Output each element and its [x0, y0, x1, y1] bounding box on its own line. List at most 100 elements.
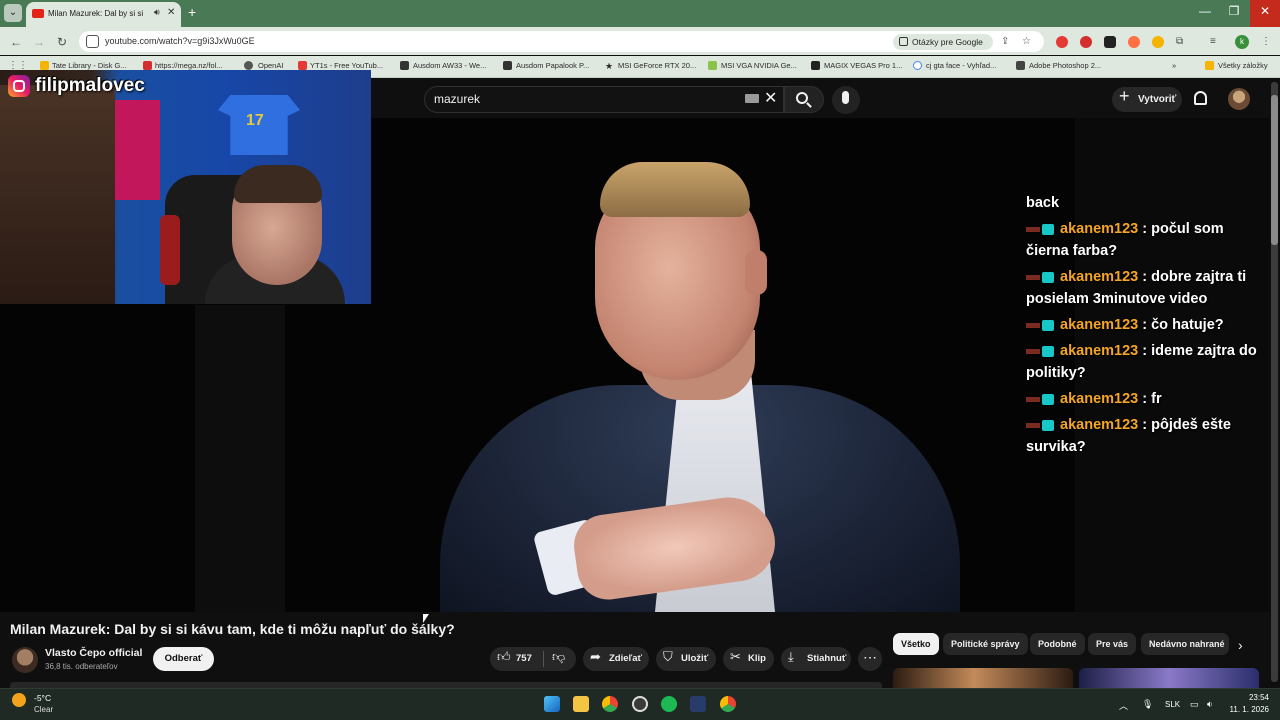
bookmark-item[interactable]: YT1s - Free YouTub... — [310, 61, 383, 70]
more-bookmarks-icon[interactable]: » — [1172, 61, 1176, 70]
media-controls-icon[interactable]: ≡ — [1210, 36, 1216, 47]
chat-badge-icon — [1042, 319, 1054, 331]
chat-badge-icon — [1026, 348, 1040, 354]
chat-username: akanem123 — [1060, 343, 1139, 359]
profile-avatar[interactable]: k — [1235, 35, 1249, 49]
weather-condition[interactable]: Clear — [34, 705, 53, 714]
chrome-profile-icon[interactable] — [720, 696, 736, 712]
minimize-icon[interactable]: — — [1190, 4, 1220, 18]
file-explorer-icon[interactable] — [573, 696, 589, 712]
restore-icon[interactable]: ❐ — [1219, 4, 1249, 18]
bookmark-item[interactable]: https://mega.nz/fol... — [155, 61, 223, 70]
spotify-icon[interactable] — [661, 696, 677, 712]
yellow-extension-icon[interactable] — [1152, 36, 1164, 48]
chat-badge-icon — [1026, 322, 1040, 328]
bookmark-item[interactable]: Ausdom AW33 - We... — [413, 61, 486, 70]
folder-icon — [40, 61, 49, 70]
all-bookmarks[interactable]: Všetky záložky — [1218, 61, 1268, 70]
star-icon: ★ — [605, 61, 614, 71]
audio-playing-icon[interactable]: 🔊︎ — [154, 7, 160, 18]
subscriber-count: 36,8 tis. odberateľov — [45, 662, 118, 671]
chip-recently-uploaded[interactable]: Nedávno nahrané — [1141, 633, 1229, 655]
bookmark-star-icon[interactable]: ☆ — [1022, 36, 1031, 47]
chat-message: akanem123 : čo hatuje? — [1026, 314, 1270, 336]
instagram-icon-inner — [13, 80, 25, 92]
tab-search-icon[interactable]: ⌄ — [4, 4, 22, 22]
notifications-bell-icon[interactable] — [1194, 91, 1207, 105]
obs-icon[interactable] — [632, 696, 648, 712]
clock-date[interactable]: 11. 1. 2026 — [1229, 705, 1269, 714]
weather-temperature[interactable]: -5°C — [34, 693, 51, 703]
chat-badge-icon — [1042, 419, 1054, 431]
bookmark-item[interactable]: Tate Library - Disk G... — [52, 61, 127, 70]
network-icon[interactable]: ▭ — [1190, 699, 1199, 710]
channel-avatar[interactable] — [12, 647, 38, 673]
chat-badge-icon — [1042, 393, 1054, 405]
bookmark-item[interactable]: Ausdom Papalook P... — [516, 61, 589, 70]
bookmark-item[interactable]: MAGIX VEGAS Pro 1... — [824, 61, 902, 70]
like-icon[interactable]: 👍︎ — [497, 649, 511, 665]
tab-close-icon[interactable]: ✕ — [167, 7, 175, 18]
chevron-right-icon[interactable]: › — [1238, 637, 1243, 653]
save-icon: ⛉ — [663, 649, 673, 664]
back-icon[interactable]: ← — [10, 35, 22, 49]
bookmark-item[interactable]: Adobe Photoshop 2... — [1029, 61, 1101, 70]
reload-icon[interactable]: ↻ — [57, 35, 67, 49]
orange-extension-icon[interactable] — [1128, 36, 1140, 48]
site-info-icon[interactable] — [86, 35, 99, 48]
opera-extension-icon[interactable] — [1056, 36, 1068, 48]
jersey-number: 17 — [246, 112, 264, 129]
browser-tab[interactable]: Milan Mazurek: Dal by si si 🔊︎ ✕ — [26, 2, 181, 27]
app-icon[interactable] — [690, 696, 706, 712]
like-count[interactable]: 757 — [516, 647, 532, 671]
chrome-icon[interactable] — [602, 696, 618, 712]
clear-search-icon[interactable]: ✕ — [764, 88, 777, 108]
photoshop-icon — [1016, 61, 1025, 70]
dark-extension-icon[interactable] — [1104, 36, 1116, 48]
bookmark-item[interactable]: MSI GeForce RTX 20... — [618, 61, 696, 70]
bookmark-item[interactable]: cj gta face - Vyhľad... — [926, 61, 996, 70]
chat-badge-icon — [1042, 223, 1054, 235]
chat-badge-icon — [1026, 226, 1040, 232]
account-avatar[interactable] — [1228, 88, 1250, 110]
forward-icon[interactable]: → — [33, 35, 45, 49]
share-icon: ➦ — [590, 649, 601, 664]
google-lens-chip[interactable]: Otázky pre Google — [893, 34, 993, 50]
recommended-thumbnail[interactable] — [1079, 668, 1259, 688]
bookmark-item[interactable]: MSI VGA NVIDIA Ge... — [721, 61, 797, 70]
adblock-extension-icon[interactable] — [1080, 36, 1092, 48]
tray-chevron-icon[interactable]: ︿ — [1119, 699, 1128, 712]
weather-moon-icon[interactable] — [12, 693, 26, 707]
webcam-door — [0, 85, 115, 304]
dislike-icon[interactable]: 👎︎ — [552, 649, 565, 665]
chat-text: : čo hatuje? — [1142, 317, 1224, 333]
search-query[interactable]: mazurek — [434, 92, 480, 106]
volume-icon[interactable]: 🔉︎ — [1207, 699, 1213, 710]
new-tab-button[interactable]: + — [188, 4, 196, 20]
extensions-puzzle-icon[interactable]: ⧉ — [1176, 36, 1183, 47]
channel-name[interactable]: Vlasto Čepo official — [45, 647, 142, 659]
recommended-thumbnail[interactable] — [893, 668, 1073, 688]
chat-message: akanem123 : pôjdeš ešte survika? — [1026, 414, 1270, 458]
keyboard-icon[interactable] — [745, 94, 759, 103]
chip-all[interactable]: Všetko — [893, 633, 939, 655]
input-language[interactable]: SLK — [1165, 700, 1180, 709]
chip-for-you[interactable]: Pre vás — [1088, 633, 1137, 655]
url-text[interactable]: youtube.com/watch?v=g9i3JxWu0GE — [105, 36, 255, 46]
subscribe-button[interactable]: Odberať — [153, 647, 214, 671]
window-close-button[interactable]: ✕ — [1250, 0, 1280, 27]
chip-related[interactable]: Podobné — [1030, 633, 1085, 655]
chip-political-news[interactable]: Politické správy — [943, 633, 1028, 655]
bookmark-item[interactable]: OpenAI — [258, 61, 283, 70]
magix-icon — [811, 61, 820, 70]
microphone-tray-icon[interactable]: 🎙︎ — [1142, 699, 1153, 710]
chat-username: akanem123 — [1060, 269, 1139, 285]
scrollbar-thumb[interactable] — [1271, 95, 1278, 245]
video-background — [195, 305, 285, 612]
instagram-handle: filipmalovec — [35, 75, 145, 96]
install-app-icon[interactable]: ⇪ — [1001, 36, 1009, 47]
start-icon[interactable] — [544, 696, 560, 712]
clock-time[interactable]: 23:54 — [1229, 693, 1269, 702]
menu-kebab-icon[interactable]: ⋮ — [1261, 36, 1271, 47]
more-actions-icon[interactable]: ⋯ — [858, 647, 882, 671]
